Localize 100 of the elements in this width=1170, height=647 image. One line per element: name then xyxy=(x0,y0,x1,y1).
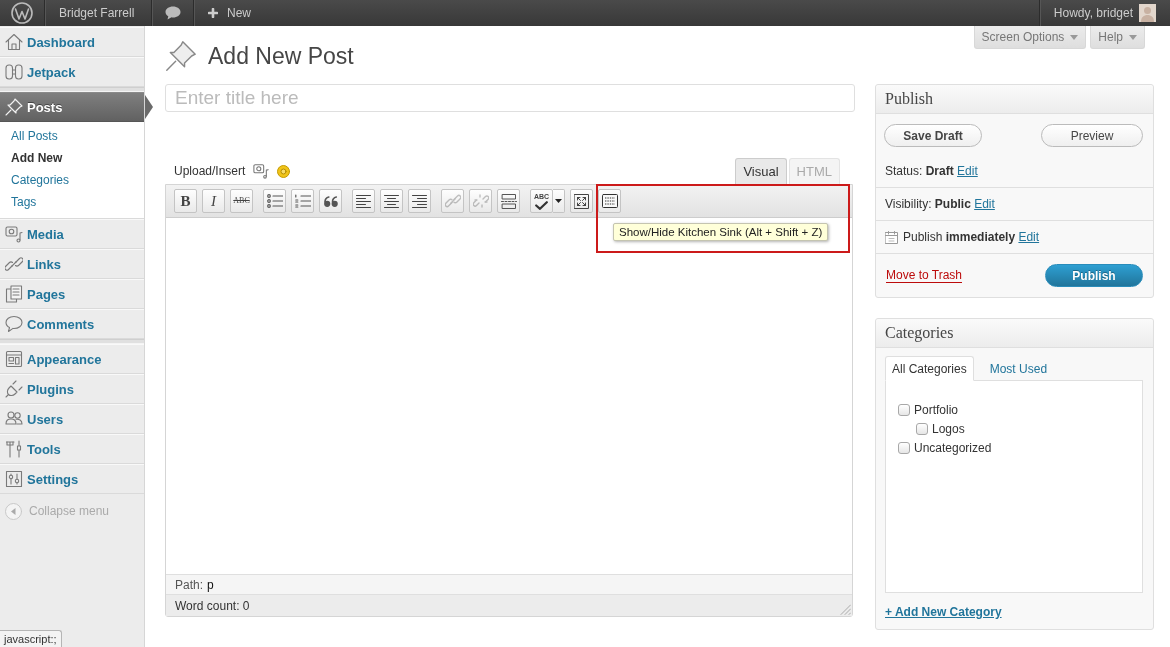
category-label[interactable]: Uncategorized xyxy=(914,440,992,455)
menu-item[interactable]: Tools xyxy=(0,434,144,464)
layout-window-icon xyxy=(5,350,23,368)
fullscreen-icon xyxy=(574,193,589,209)
status-url: javascript:; xyxy=(0,630,62,647)
align-left-button[interactable] xyxy=(352,189,375,213)
status-text: Status: Draft Edit xyxy=(885,164,978,178)
italic-button[interactable]: I xyxy=(202,189,225,213)
calendar-icon xyxy=(885,230,898,244)
chain-link-icon xyxy=(444,193,461,209)
camera-music-icon[interactable] xyxy=(253,163,270,179)
panel-title: Categories xyxy=(876,319,1153,348)
caret-icon xyxy=(1129,34,1137,40)
plus-icon xyxy=(208,8,218,18)
edit-link[interactable]: Edit xyxy=(957,164,978,178)
pushpin-icon xyxy=(165,40,197,72)
resize-grip-icon[interactable] xyxy=(840,604,851,615)
category-tab[interactable]: Most Used xyxy=(982,356,1055,381)
circle-arrow-left-icon xyxy=(5,502,22,520)
publish-button[interactable]: Publish xyxy=(1045,264,1143,287)
page-break-icon xyxy=(500,193,517,209)
screen-meta-button[interactable]: Help xyxy=(1090,26,1145,49)
category-tab[interactable]: All Categories xyxy=(885,356,974,381)
menu-item[interactable]: Posts xyxy=(0,92,144,122)
path-label: Path: xyxy=(175,577,204,592)
align-right-button[interactable] xyxy=(408,189,431,213)
keyboard-grid-icon xyxy=(601,194,618,208)
title-field[interactable]: Enter title here xyxy=(165,84,855,112)
align-center-button[interactable] xyxy=(380,189,403,213)
kitchen-sink-button[interactable] xyxy=(598,189,621,213)
edit-link[interactable]: Edit xyxy=(974,197,995,211)
category-label[interactable]: Portfolio xyxy=(914,402,959,417)
submenu-item[interactable]: Categories xyxy=(0,169,144,191)
pointer-arrow-icon xyxy=(145,95,153,119)
disc-icon[interactable] xyxy=(277,164,291,178)
users-icon xyxy=(5,410,23,428)
checkbox[interactable] xyxy=(898,441,910,454)
caret-icon xyxy=(555,199,562,203)
align-center-icon xyxy=(384,194,399,208)
word-count: Word count: 0 xyxy=(175,598,250,613)
submenu-item[interactable]: All Posts xyxy=(0,125,144,147)
edit-link[interactable]: Edit xyxy=(1018,230,1040,244)
comment-bubble-icon[interactable] xyxy=(164,6,181,20)
sliders-icon xyxy=(5,470,23,488)
add-category-link[interactable]: + Add New Category xyxy=(885,605,1002,619)
plug-icon xyxy=(5,380,23,398)
menu-item[interactable]: Jetpack xyxy=(0,57,144,87)
chain-link-icon xyxy=(5,255,23,273)
camera-music-icon xyxy=(5,225,23,243)
pushpin-icon xyxy=(5,98,23,116)
menu-item[interactable]: Links xyxy=(0,249,144,279)
new-button[interactable]: New xyxy=(194,0,263,26)
broken-link-icon xyxy=(472,193,489,209)
blockquote-button[interactable] xyxy=(319,189,342,213)
panel-title: Publish xyxy=(876,85,1153,114)
speech-bubble-icon xyxy=(5,315,23,333)
numbered-list-button[interactable] xyxy=(291,189,314,213)
menu-item[interactable]: Comments xyxy=(0,309,144,339)
pages-icon xyxy=(5,285,23,303)
avatar-placeholder xyxy=(1139,4,1156,22)
schedule-text: Publish immediately Edit xyxy=(903,230,1040,244)
save-draft-button[interactable]: Save Draft xyxy=(884,124,982,147)
move-to-trash-link[interactable]: Move to Trash xyxy=(886,268,963,283)
insert-more-button[interactable] xyxy=(497,189,520,213)
quote-icon xyxy=(323,195,338,207)
check-icon xyxy=(535,200,548,210)
caret-icon xyxy=(1070,34,1079,40)
numbered-list-icon xyxy=(294,194,311,208)
tools-icon xyxy=(5,440,23,458)
submenu-item[interactable]: Add New xyxy=(0,147,144,169)
tooltip: Show/Hide Kitchen Sink (Alt + Shift + Z) xyxy=(613,223,829,241)
upload-insert-label: Upload/Insert xyxy=(174,164,246,178)
strikethrough-button[interactable]: ABC xyxy=(230,189,253,213)
align-right-icon xyxy=(412,194,427,208)
category-label[interactable]: Logos xyxy=(932,421,965,436)
page-title: Add New Post xyxy=(208,42,354,71)
menu-item[interactable]: Plugins xyxy=(0,374,144,404)
preview-button[interactable]: Preview xyxy=(1041,124,1143,147)
screen-meta-button[interactable]: Screen Options xyxy=(973,26,1087,49)
dropdown-button[interactable] xyxy=(553,189,565,213)
menu-item[interactable]: Pages xyxy=(0,279,144,309)
logo-icon[interactable] xyxy=(11,2,33,24)
menu-item[interactable]: Appearance xyxy=(0,344,144,374)
bullet-list-button[interactable] xyxy=(263,189,286,213)
menu-item[interactable]: Settings xyxy=(0,464,144,494)
house-icon xyxy=(5,33,23,51)
checkbox[interactable] xyxy=(898,403,910,416)
checkbox[interactable] xyxy=(916,422,928,435)
menu-item[interactable]: Media xyxy=(0,219,144,249)
align-left-icon xyxy=(356,194,371,208)
menu-item[interactable]: Users xyxy=(0,404,144,434)
bullet-list-icon xyxy=(266,194,283,208)
path-link[interactable]: p xyxy=(207,577,214,592)
fullscreen-button[interactable] xyxy=(570,189,593,213)
editor-tab[interactable]: Visual xyxy=(735,158,787,184)
twin-tank-icon xyxy=(5,63,23,81)
visibility-text: Visibility: Public Edit xyxy=(885,197,995,211)
bold-button[interactable]: B xyxy=(174,189,197,213)
menu-item[interactable]: Dashboard xyxy=(0,27,144,57)
submenu-item[interactable]: Tags xyxy=(0,191,144,213)
